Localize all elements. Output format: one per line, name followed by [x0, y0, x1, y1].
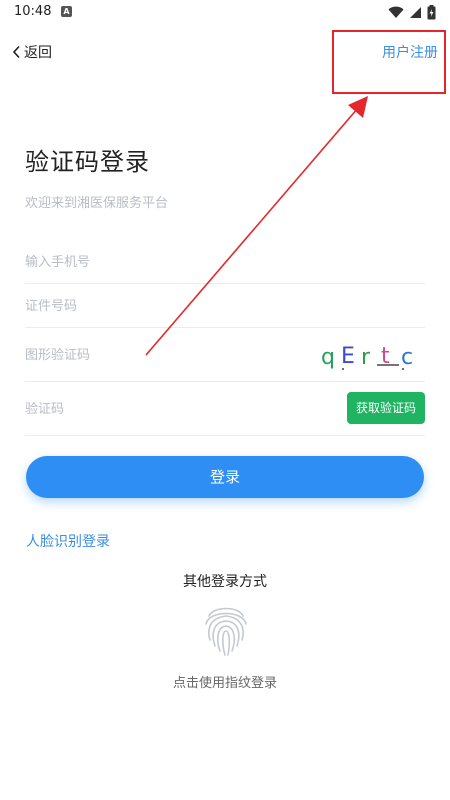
get-sms-code-button[interactable]: 获取验证码	[347, 392, 425, 424]
phone-row	[25, 240, 425, 284]
captcha-char: c	[401, 345, 413, 370]
id-number-row	[25, 284, 425, 328]
back-button[interactable]: 返回	[12, 40, 52, 64]
captcha-char: E	[341, 344, 355, 369]
captcha-row: q E r t c	[25, 328, 425, 382]
status-time: 10:48	[14, 4, 52, 19]
battery-icon	[427, 4, 436, 19]
notification-icon: A	[61, 6, 72, 17]
cell-signal-icon	[410, 6, 421, 18]
page-subtitle: 欢迎来到湘医保服务平台	[25, 196, 169, 211]
fingerprint-login-label[interactable]: 点击使用指纹登录	[0, 672, 450, 691]
status-bar: 10:48 A	[0, 0, 450, 24]
id-number-input[interactable]	[25, 284, 285, 327]
phone-input[interactable]	[25, 240, 285, 283]
back-label: 返回	[24, 45, 52, 61]
captcha-char: r	[361, 345, 371, 370]
captcha-image[interactable]: q E r t c	[321, 338, 421, 372]
sms-code-input[interactable]	[25, 382, 285, 435]
captcha-input[interactable]	[25, 328, 285, 381]
captcha-char: q	[321, 345, 335, 370]
login-button[interactable]: 登录	[26, 456, 424, 498]
captcha-noise-dot	[342, 368, 344, 370]
annotation-highlight-box	[332, 30, 446, 94]
other-methods-label: 其他登录方式	[183, 574, 267, 590]
sms-code-row: 获取验证码	[25, 382, 425, 436]
register-link[interactable]: 用户注册	[382, 42, 438, 62]
page-title: 验证码登录	[25, 148, 150, 176]
chevron-left-icon	[12, 45, 20, 59]
wifi-icon	[388, 6, 404, 18]
status-icons	[388, 4, 436, 20]
fingerprint-icon[interactable]	[203, 600, 249, 658]
captcha-noise-dot	[402, 368, 404, 370]
face-login-link[interactable]: 人脸识别登录	[26, 531, 110, 551]
